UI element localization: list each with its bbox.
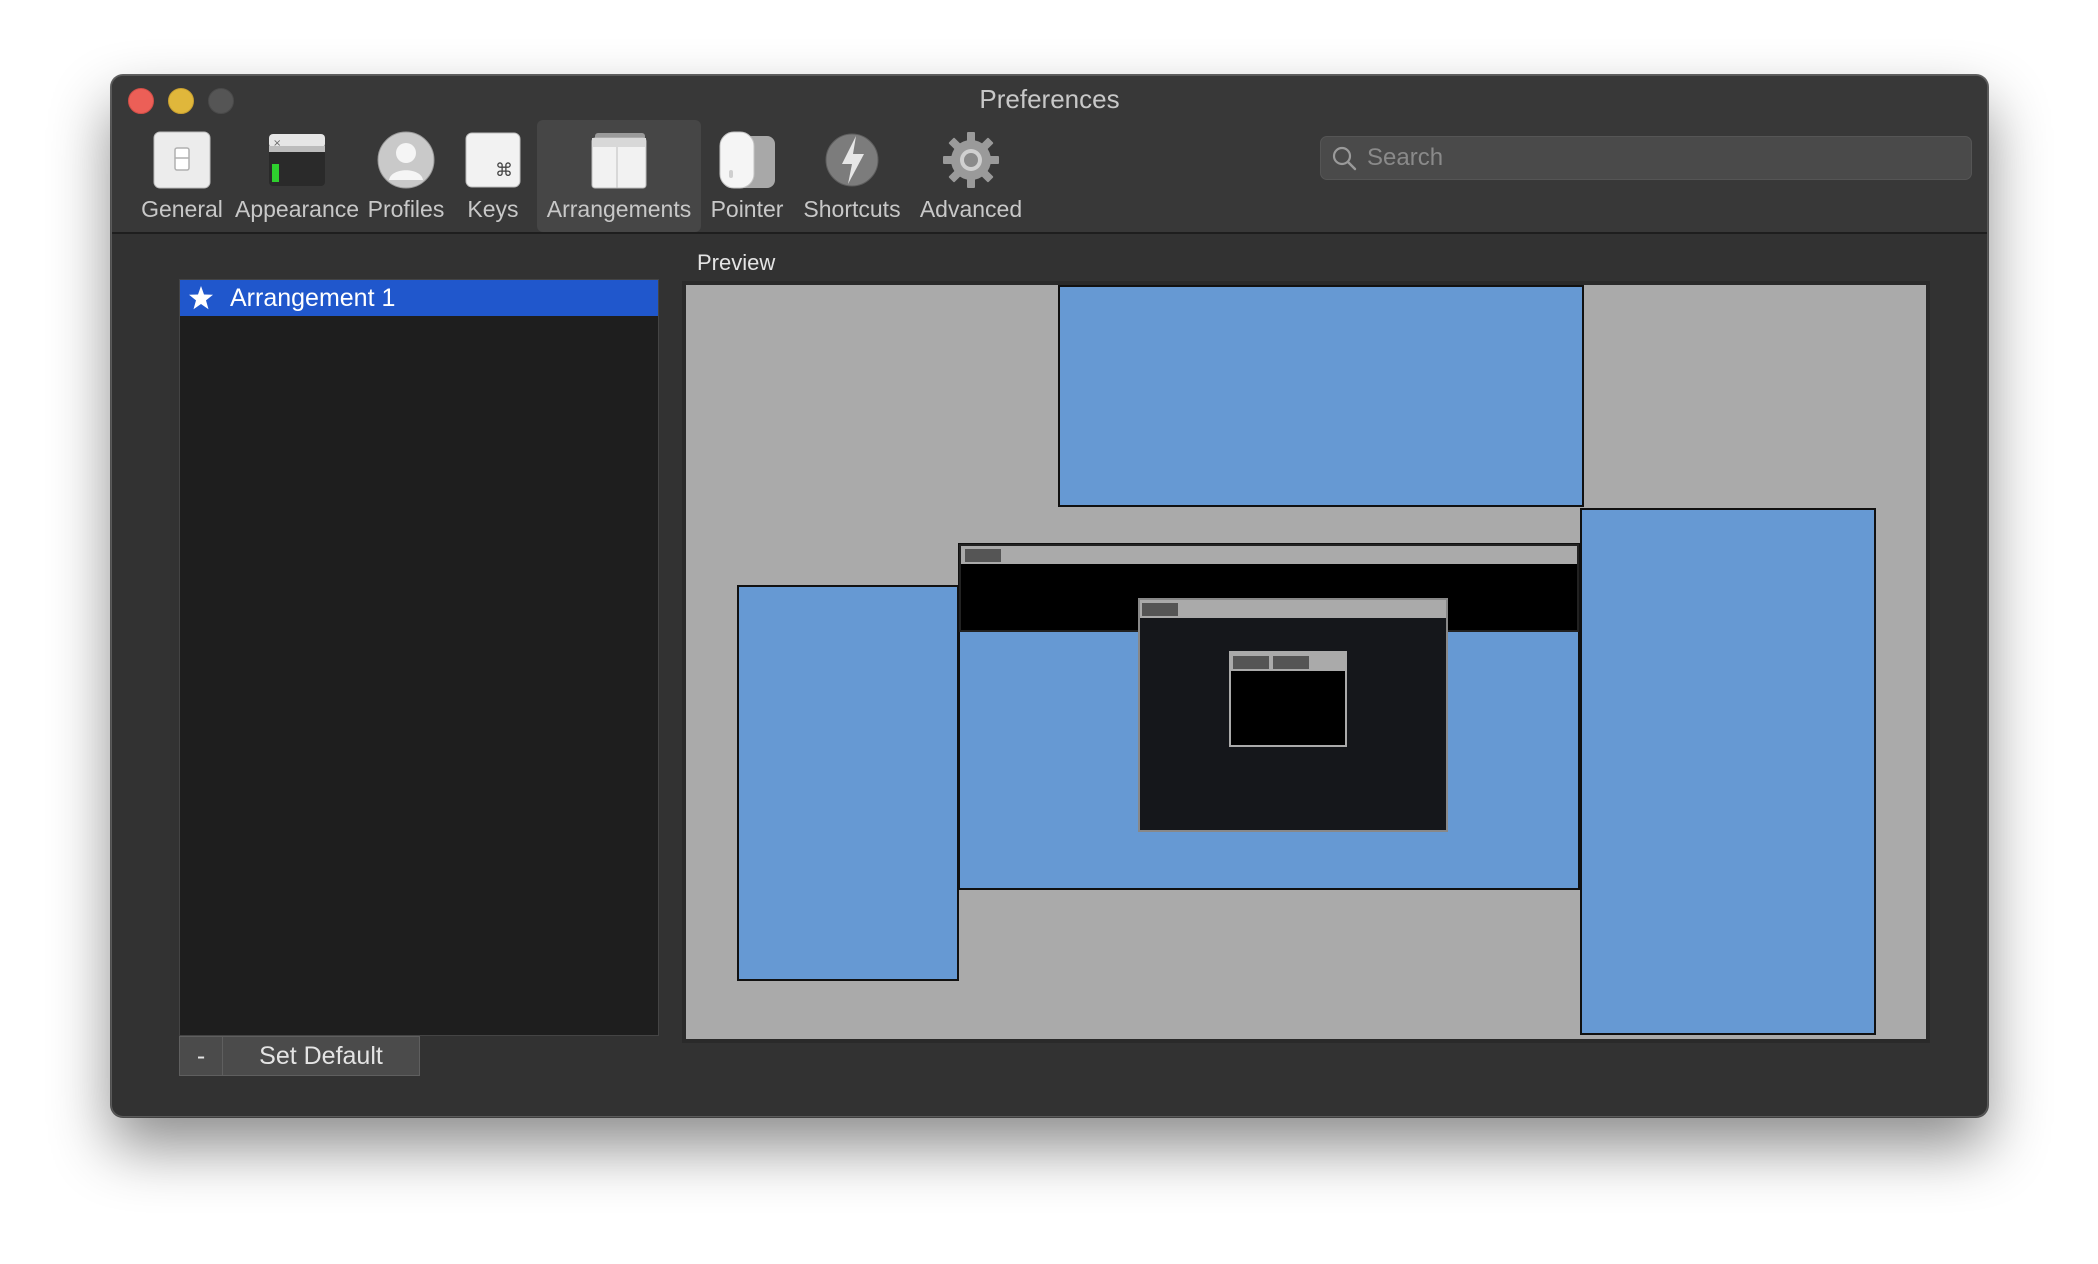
window-tab <box>965 549 1001 562</box>
remove-button[interactable]: - <box>179 1036 223 1076</box>
pointer-icon <box>717 130 777 190</box>
preferences-window: Preferences General × Appearance Profile… <box>111 75 1988 1117</box>
profiles-icon <box>376 130 436 190</box>
tab-appearance[interactable]: × Appearance <box>234 120 360 232</box>
appearance-icon: × <box>267 130 327 190</box>
shortcuts-icon <box>822 130 882 190</box>
tab-label: Advanced <box>919 196 1023 222</box>
window-tab <box>1142 603 1178 616</box>
tab-label: Shortcuts <box>803 196 901 222</box>
general-icon <box>152 130 212 190</box>
tab-keys[interactable]: ⌘ Keys <box>452 120 534 232</box>
tab-general[interactable]: General <box>128 120 236 232</box>
window-tab <box>1273 656 1309 669</box>
tab-label: Pointer <box>710 196 784 222</box>
tab-label: Keys <box>467 196 519 222</box>
preview-area <box>682 281 1930 1043</box>
arrangements-list[interactable]: Arrangement 1 <box>179 279 659 1036</box>
keys-icon: ⌘ <box>463 130 523 190</box>
tab-advanced[interactable]: Advanced <box>916 120 1026 232</box>
set-default-button[interactable]: Set Default <box>223 1036 420 1076</box>
search-icon <box>1331 145 1357 171</box>
tab-arrangements[interactable]: Arrangements <box>537 120 701 232</box>
tab-label: Appearance <box>234 196 360 222</box>
title-bar: Preferences General × Appearance Profile… <box>112 76 1987 234</box>
terminal-window-small <box>1229 651 1347 747</box>
window-tab <box>1233 656 1269 669</box>
tab-shortcuts[interactable]: Shortcuts <box>797 120 907 232</box>
svg-text:×: × <box>273 138 281 149</box>
toolbar: General × Appearance Profiles ⌘ Keys Arr… <box>112 120 1112 232</box>
list-item[interactable]: Arrangement 1 <box>180 280 658 316</box>
list-button-bar: - Set Default <box>179 1036 420 1076</box>
tab-pointer[interactable]: Pointer <box>703 120 791 232</box>
screen-top <box>1058 285 1584 507</box>
screen-left <box>737 585 959 981</box>
gear-icon <box>941 130 1001 190</box>
tab-profiles[interactable]: Profiles <box>362 120 450 232</box>
search-field[interactable] <box>1320 136 1972 180</box>
tab-label: General <box>141 196 223 222</box>
arrangements-icon <box>589 130 649 190</box>
search-input[interactable] <box>1365 143 1949 173</box>
window-title: Preferences <box>979 84 1120 114</box>
svg-text:⌘: ⌘ <box>495 160 513 181</box>
terminal-window-medium <box>1138 598 1448 832</box>
screen-right <box>1580 508 1876 1035</box>
preview-label: Preview <box>697 250 776 275</box>
arrangement-name: Arrangement 1 <box>230 283 396 312</box>
tab-label: Profiles <box>367 196 445 222</box>
star-icon <box>189 286 213 310</box>
tab-label: Arrangements <box>546 196 692 222</box>
